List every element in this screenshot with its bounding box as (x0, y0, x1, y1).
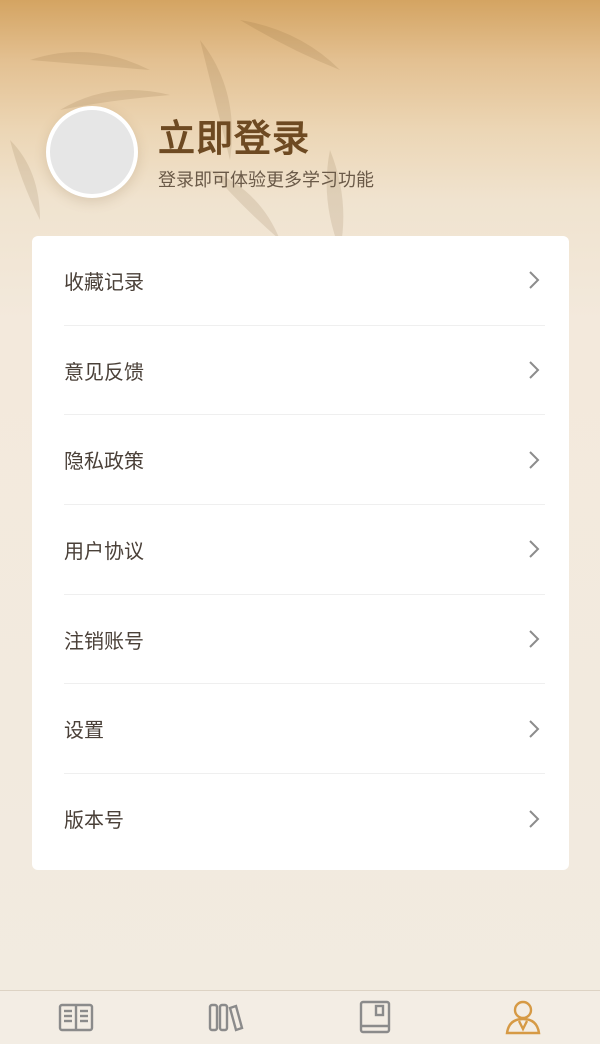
menu-item-label: 设置 (64, 718, 104, 743)
bottom-tab-bar (0, 990, 600, 1044)
chevron-right-icon (529, 720, 540, 738)
menu-item-privacy-policy[interactable]: 隐私政策 (64, 415, 545, 506)
menu-item-version[interactable]: 版本号 (64, 774, 545, 864)
chevron-right-icon (529, 630, 540, 648)
menu-item-label: 版本号 (64, 808, 124, 833)
chevron-right-icon (529, 451, 540, 469)
tab-reading[interactable] (56, 997, 96, 1037)
menu-item-label: 收藏记录 (64, 269, 144, 294)
chevron-right-icon (529, 540, 540, 559)
tab-notebook[interactable] (355, 997, 395, 1037)
menu-item-label: 注销账号 (64, 628, 144, 653)
notebook-icon (359, 1000, 391, 1034)
chevron-right-icon (529, 361, 540, 379)
bookshelf-icon (208, 1003, 244, 1032)
avatar[interactable] (46, 106, 138, 198)
chevron-right-icon (529, 810, 540, 828)
tab-bookshelf[interactable] (206, 997, 246, 1037)
profile-icon (505, 1000, 541, 1035)
menu-item-label: 意见反馈 (64, 359, 144, 384)
menu-item-settings[interactable]: 设置 (64, 684, 545, 775)
menu-item-label: 用户协议 (64, 538, 144, 563)
menu-item-feedback[interactable]: 意见反馈 (64, 326, 545, 416)
menu-item-user-agreement[interactable]: 用户协议 (64, 505, 545, 595)
tab-profile[interactable] (503, 997, 543, 1037)
menu-card: 收藏记录 意见反馈 隐私政策 用户协议 注销账号 设置 版本号 (32, 236, 569, 870)
chevron-right-icon (529, 271, 540, 290)
login-subtitle: 登录即可体验更多学习功能 (158, 170, 374, 191)
login-title[interactable]: 立即登录 (158, 108, 310, 162)
menu-item-favorites[interactable]: 收藏记录 (64, 236, 545, 326)
menu-item-delete-account[interactable]: 注销账号 (64, 595, 545, 685)
open-book-icon (58, 1003, 94, 1032)
menu-item-label: 隐私政策 (64, 449, 144, 474)
profile-header[interactable]: 立即登录 登录即可体验更多学习功能 (0, 0, 600, 230)
